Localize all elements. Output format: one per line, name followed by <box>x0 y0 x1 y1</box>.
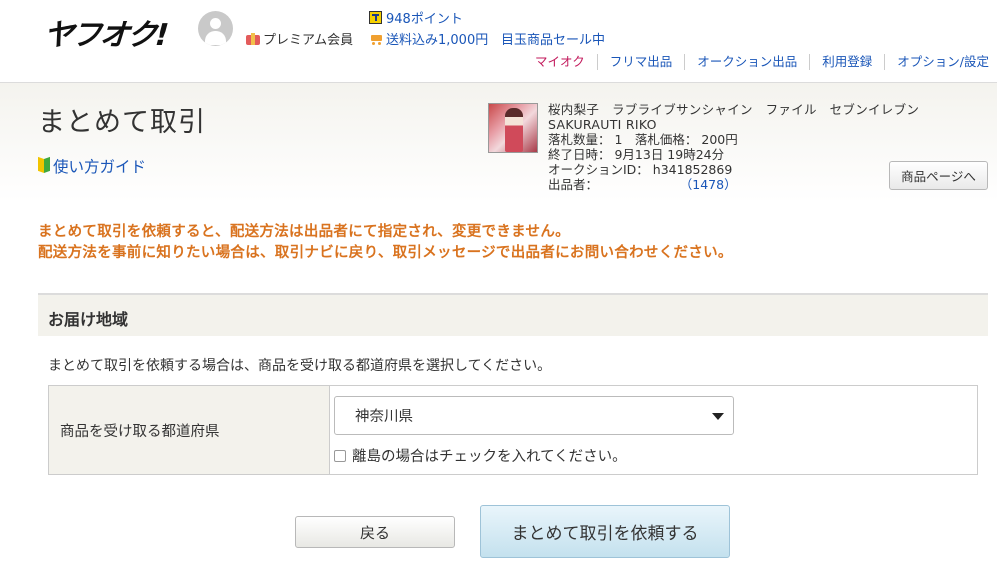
premium-label: プレミアム会員 <box>263 33 354 48</box>
sale-link[interactable]: 目玉商品セール中 <box>501 29 605 48</box>
section-title: お届け地域 <box>48 310 129 329</box>
delivery-instruction: まとめて取引を依頼する場合は、商品を受け取る都道府県を選択してください。 <box>48 358 552 374</box>
dropdown-caret-icon <box>712 413 724 420</box>
cart-icon <box>369 33 383 45</box>
nav-my-auction[interactable]: マイオク <box>535 54 598 70</box>
delivery-section-header: お届け地域 <box>38 293 988 336</box>
product-page-button[interactable]: 商品ページへ <box>889 161 988 190</box>
request-bundle-button[interactable]: まとめて取引を依頼する <box>480 505 730 558</box>
yahoo-auction-logo[interactable]: ヤフオク! <box>42 10 169 54</box>
nav-options-settings[interactable]: オプション/設定 <box>885 54 989 70</box>
island-checkbox[interactable] <box>334 449 346 462</box>
notice-line-1: まとめて取引を依頼すると、配送方法は出品者にて指定され、変更できません。 <box>38 224 570 240</box>
top-navigation: マイオク フリマ出品 オークション出品 利用登録 オプション/設定 <box>535 54 989 70</box>
shipping-notice: まとめて取引を依頼すると、配送方法は出品者にて指定され、変更できません。 配送方… <box>38 222 733 264</box>
shipping-link[interactable]: 送料込み1,000円 <box>369 29 488 48</box>
points-link[interactable]: 948ポイント <box>369 8 463 27</box>
premium-member-link[interactable]: プレミアム会員 <box>246 29 353 48</box>
nav-registration[interactable]: 利用登録 <box>810 54 886 70</box>
notice-line-2: 配送方法を事前に知りたい場合は、取引ナビに戻り、取引メッセージで出品者にお問い合… <box>38 245 733 261</box>
t-point-icon <box>369 11 382 24</box>
shipping-label: 送料込み1,000円 <box>386 33 489 48</box>
prefecture-field-cell: 神奈川県 離島の場合はチェックを入れてください。 <box>330 386 977 474</box>
usage-guide-link[interactable]: 使い方ガイド <box>38 155 146 177</box>
selected-prefecture: 神奈川県 <box>355 409 413 425</box>
prefecture-form-table: 商品を受け取る都道府県 神奈川県 離島の場合はチェックを入れてください。 <box>48 385 978 475</box>
item-name: 桜内梨子 ラブライブサンシャイン ファイル セブンイレブン SAKURAUTI … <box>548 102 933 132</box>
back-button[interactable]: 戻る <box>295 516 455 548</box>
prefecture-field-label: 商品を受け取る都道府県 <box>49 386 330 474</box>
winning-bid-line: 落札数量： 1 落札価格： 200円 <box>548 132 738 147</box>
seller-rating-link[interactable]: （1478） <box>686 177 737 192</box>
ribbon-icon <box>246 32 260 45</box>
end-time-line: 終了日時： 9月13日 19時24分 <box>548 147 725 162</box>
beginner-mark-icon <box>38 159 50 173</box>
guide-label: 使い方ガイド <box>53 158 147 176</box>
nav-flea-market-listing[interactable]: フリマ出品 <box>598 54 686 70</box>
seller-label: 出品者： <box>548 177 599 192</box>
user-avatar-icon[interactable] <box>198 11 233 46</box>
page-title: まとめて取引 <box>38 107 206 138</box>
prefecture-select[interactable]: 神奈川県 <box>334 396 734 435</box>
island-checkbox-row[interactable]: 離島の場合はチェックを入れてください。 <box>334 445 627 466</box>
item-thumbnail[interactable] <box>488 103 538 153</box>
nav-auction-listing[interactable]: オークション出品 <box>685 54 811 70</box>
island-checkbox-label: 離島の場合はチェックを入れてください。 <box>352 449 627 465</box>
points-label: 948ポイント <box>386 12 463 27</box>
